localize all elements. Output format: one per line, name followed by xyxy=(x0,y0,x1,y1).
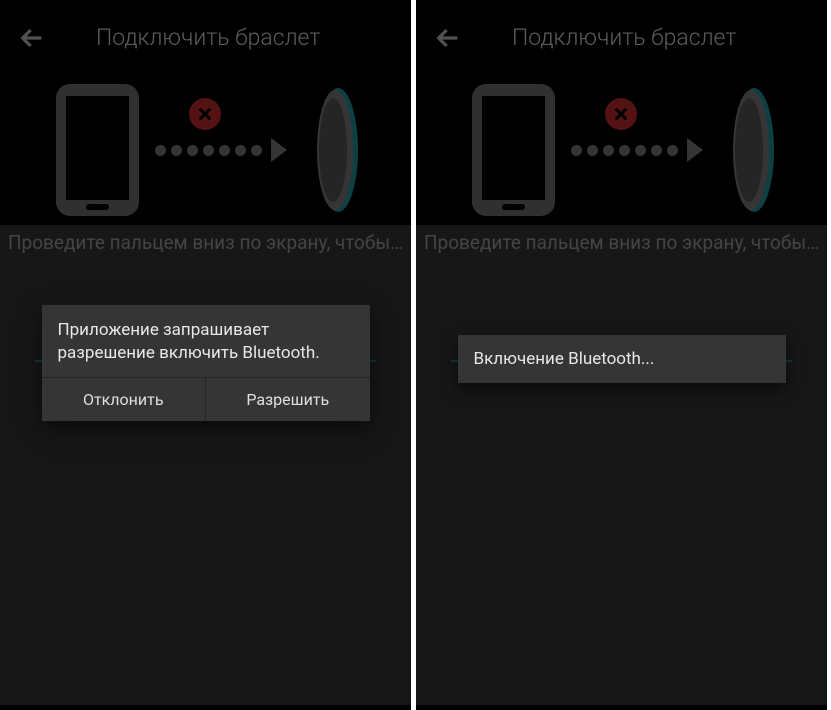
dialog-message: Приложение запрашивает разрешение включи… xyxy=(42,305,370,377)
allow-button[interactable]: Разрешить xyxy=(206,378,370,421)
bluetooth-enabling-toast: Включение Bluetooth... xyxy=(458,335,786,383)
toast-message: Включение Bluetooth... xyxy=(474,349,770,369)
bluetooth-permission-dialog: Приложение запрашивает разрешение включи… xyxy=(42,305,370,421)
screen-right: Подключить браслет Проведите пальцем вн xyxy=(416,0,827,710)
dialog-actions: Отклонить Разрешить xyxy=(42,377,370,421)
screen-left: Подключить браслет Проведите пальцем вн xyxy=(0,0,411,710)
decline-button[interactable]: Отклонить xyxy=(42,378,207,421)
